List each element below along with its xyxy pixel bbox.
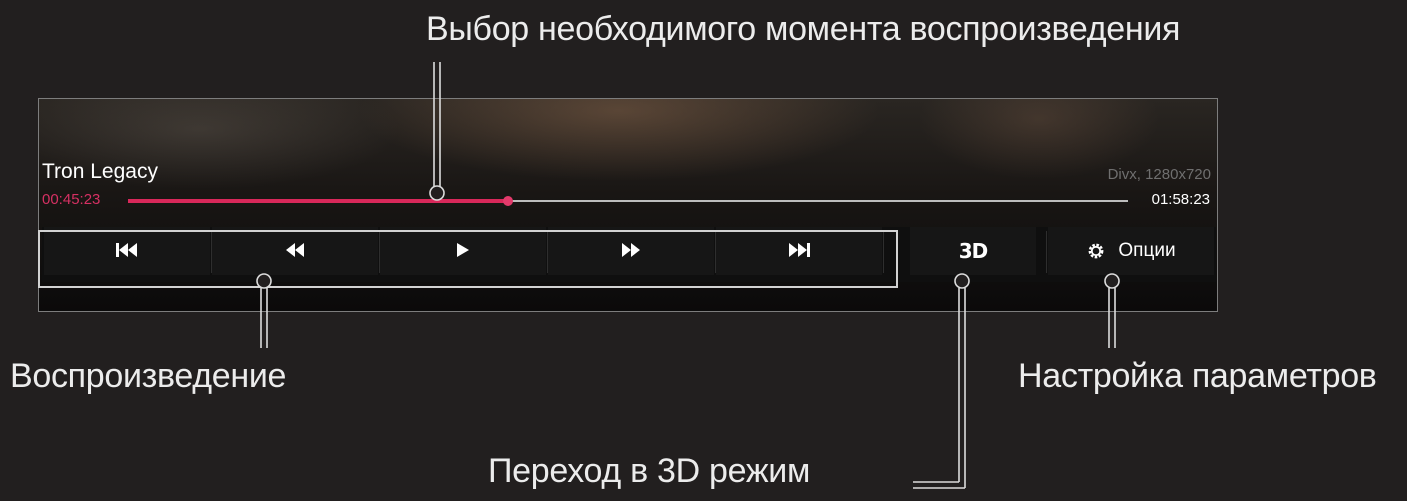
annotation-leaders	[256, 62, 1120, 489]
